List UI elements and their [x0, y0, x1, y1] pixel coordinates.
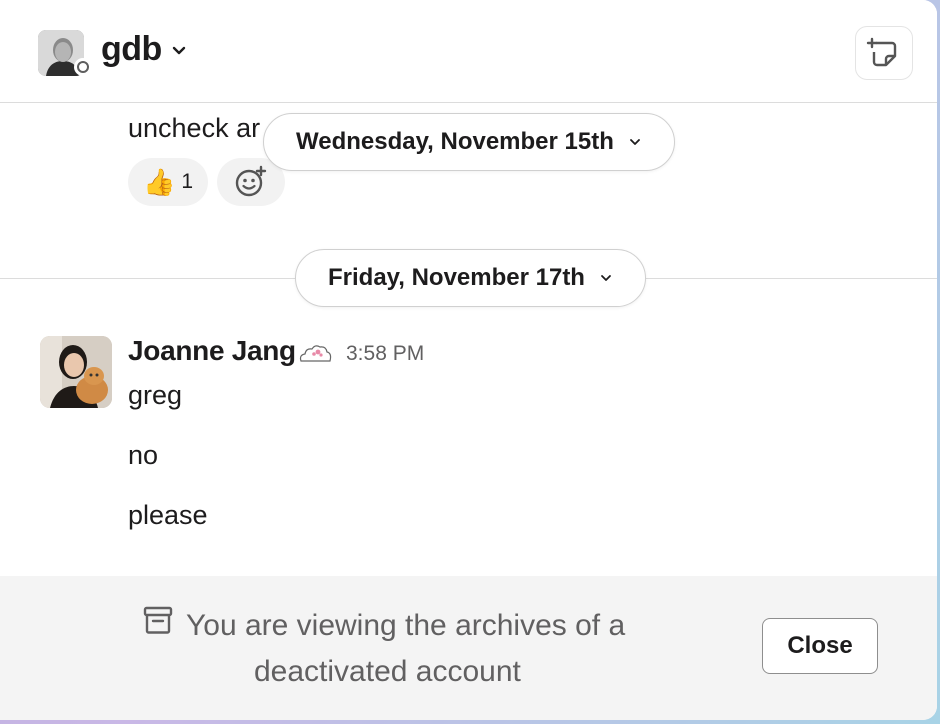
- avatar[interactable]: [40, 336, 112, 408]
- presence-indicator: [74, 58, 92, 76]
- chevron-down-icon[interactable]: [170, 42, 188, 60]
- date-divider-button[interactable]: Wednesday, November 15th: [263, 113, 675, 171]
- reaction-pill[interactable]: 👍 1: [128, 158, 208, 206]
- conversation-name[interactable]: gdb: [101, 30, 162, 69]
- date-label: Friday, November 17th: [328, 264, 585, 291]
- message-text: please: [128, 500, 208, 530]
- add-emoji-icon: [235, 165, 267, 197]
- message-text: greg: [128, 380, 183, 410]
- app-window: gdb uncheck ar 👍 1 Wednesday, November 1…: [0, 0, 937, 720]
- date-label: Wednesday, November 15th: [296, 128, 614, 155]
- new-canvas-button[interactable]: [855, 26, 913, 80]
- message-text: uncheck ar: [128, 113, 261, 143]
- cloud-icon[interactable]: [297, 341, 333, 365]
- chevron-down-icon: [629, 139, 640, 145]
- close-button[interactable]: Close: [762, 618, 878, 674]
- thumbs-up-icon: 👍: [142, 166, 176, 197]
- archive-notice-line: You are viewing the archives of a: [186, 609, 626, 642]
- message-author[interactable]: Joanne Jang: [128, 335, 296, 367]
- reaction-count: 1: [181, 170, 194, 193]
- conversation-header: gdb: [0, 0, 937, 103]
- archive-icon: [143, 606, 173, 634]
- archive-notice-line: deactivated account: [254, 655, 521, 688]
- message-timestamp[interactable]: 3:58 PM: [346, 342, 424, 366]
- compose-note-icon: [866, 37, 897, 67]
- date-divider-button[interactable]: Friday, November 17th: [295, 249, 646, 307]
- chevron-down-icon: [601, 275, 611, 281]
- message-text: no: [128, 440, 159, 470]
- archive-notice-text: You are viewing the archives of a deacti…: [180, 603, 650, 695]
